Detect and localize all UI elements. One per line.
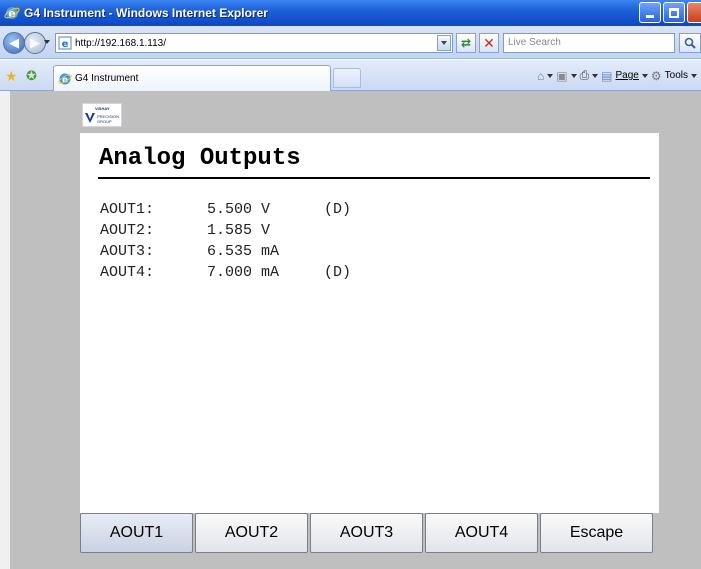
analog-outputs-panel: Analog Outputs AOUT1: 5.500 V (D) AOUT2:… (80, 133, 659, 513)
aout2-button[interactable]: AOUT2 (195, 513, 308, 553)
stop-icon: ✕ (483, 34, 495, 51)
escape-button[interactable]: Escape (540, 513, 653, 553)
maximize-icon (669, 7, 679, 18)
address-toolbar: ◀ ▶ e http://192.168.1.113/ ⇄ ✕ Live Sea… (0, 26, 701, 59)
reading-label: AOUT1: (100, 201, 155, 218)
svg-text:e: e (62, 39, 69, 50)
internet-explorer-icon: e (58, 73, 72, 85)
reading-label: AOUT4: (100, 264, 155, 281)
search-icon (684, 37, 696, 49)
reading-flag: (D) (324, 264, 352, 281)
refresh-button[interactable]: ⇄ (456, 33, 476, 53)
forward-arrow-icon: ▶ (30, 35, 40, 50)
page-dropdown-icon[interactable] (641, 73, 648, 78)
address-dropdown-button[interactable] (437, 35, 451, 51)
page-menu[interactable]: Page (616, 70, 639, 81)
home-icon[interactable]: ⌂ (537, 69, 544, 83)
tools-gear-icon: ⚙ (650, 68, 662, 83)
feeds-icon[interactable]: ▣ (556, 69, 567, 83)
internet-explorer-icon: e (4, 7, 20, 20)
close-button[interactable] (687, 2, 701, 23)
search-input[interactable]: Live Search (503, 33, 675, 53)
tab-g4-instrument[interactable]: e G4 Instrument (53, 65, 331, 91)
tools-menu[interactable]: Tools (665, 70, 688, 81)
logo-text-3: GROUP (97, 119, 112, 124)
tab-label: G4 Instrument (75, 73, 139, 84)
forward-button[interactable]: ▶ (24, 32, 46, 54)
page-icon: e (58, 36, 72, 50)
title-divider (98, 177, 650, 179)
aout4-button[interactable]: AOUT4 (425, 513, 538, 553)
page-menu-icon: ▤ (601, 68, 613, 83)
reading-value: 1.585 V (207, 222, 271, 239)
reading-flag: (D) (324, 201, 352, 218)
search-placeholder: Live Search (508, 37, 561, 48)
vishay-v-icon (85, 113, 95, 123)
home-dropdown-icon[interactable] (547, 73, 554, 78)
reading-label: AOUT3: (100, 243, 155, 260)
url-text: http://192.168.1.113/ (75, 37, 167, 49)
softkey-bar: AOUT1 AOUT2 AOUT3 AOUT4 Escape (80, 513, 659, 557)
minimize-button[interactable] (639, 2, 661, 23)
new-tab-button[interactable] (333, 68, 361, 88)
refresh-icon: ⇄ (460, 36, 472, 50)
logo-text-1: VISHAY (95, 106, 110, 111)
tab-toolbar: ★ ✪ e G4 Instrument ⌂ ▣ ⎙ ▤ Page ⚙ Tools (0, 60, 701, 91)
favorites-star-icon[interactable]: ★ (5, 68, 18, 85)
aout1-button[interactable]: AOUT1 (80, 513, 193, 553)
minimize-icon (646, 15, 654, 18)
address-field[interactable]: e http://192.168.1.113/ (55, 33, 453, 53)
stop-button[interactable]: ✕ (479, 33, 499, 53)
search-button[interactable] (679, 33, 701, 53)
back-arrow-icon: ◀ (9, 35, 19, 50)
aout3-button[interactable]: AOUT3 (310, 513, 423, 553)
back-button[interactable]: ◀ (3, 32, 25, 54)
reading-value: 7.000 mA (207, 264, 280, 281)
chevron-down-icon (441, 41, 447, 45)
window-title: G4 Instrument - Windows Internet Explore… (24, 6, 268, 20)
reading-label: AOUT2: (100, 222, 155, 239)
tools-dropdown-icon[interactable] (691, 73, 697, 78)
history-dropdown-icon[interactable] (44, 40, 50, 44)
vishay-logo: VISHAY PRECISION GROUP (82, 103, 122, 127)
page-content: VISHAY PRECISION GROUP Analog Outputs AO… (0, 91, 701, 569)
page-title: Analog Outputs (99, 145, 301, 172)
window-title-bar[interactable]: e G4 Instrument - Windows Internet Explo… (0, 0, 701, 26)
add-favorites-icon[interactable]: ✪ (26, 68, 37, 84)
reading-value: 6.535 mA (207, 243, 280, 260)
feeds-dropdown-icon[interactable] (570, 73, 577, 78)
maximize-button[interactable] (663, 2, 685, 23)
reading-value: 5.500 V (207, 201, 271, 218)
print-dropdown-icon[interactable] (592, 73, 599, 78)
print-icon[interactable]: ⎙ (580, 68, 590, 83)
